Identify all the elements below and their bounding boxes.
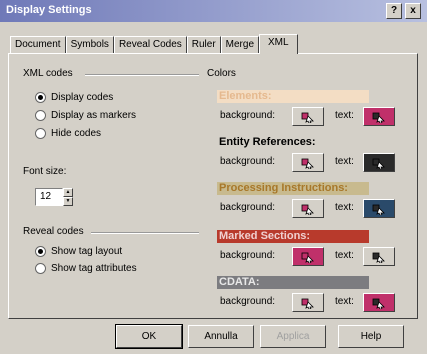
- help-dialog-button[interactable]: Help: [338, 325, 404, 348]
- color-picker-icon: [372, 251, 386, 263]
- category-elements-text-color-button[interactable]: [363, 107, 395, 126]
- radio-show-tag-attributes-label: Show tag attributes: [51, 263, 137, 274]
- category-processing-instructions-text-color-button[interactable]: [363, 199, 395, 218]
- radio-display-as-markers[interactable]: Display as markers: [35, 110, 136, 121]
- background-label: background:: [220, 156, 276, 167]
- text-label: text:: [335, 156, 354, 167]
- background-label: background:: [220, 296, 276, 307]
- font-size-label: Font size:: [23, 166, 67, 177]
- tab-symbols[interactable]: Symbols: [65, 36, 114, 53]
- radio-show-tag-layout[interactable]: Show tag layout: [35, 246, 122, 257]
- tab-strip: Document Symbols Reveal Codes Ruler Merg…: [10, 34, 298, 54]
- category-marked-sections-background-color-button[interactable]: [292, 247, 324, 266]
- radio-display-as-markers-label: Display as markers: [51, 110, 137, 121]
- radio-indicator[interactable]: [35, 246, 46, 257]
- background-label: background:: [220, 202, 276, 213]
- radio-show-tag-layout-label: Show tag layout: [51, 246, 123, 257]
- color-picker-icon: [301, 111, 315, 123]
- category-marked-sections-text-color-button[interactable]: [363, 247, 395, 266]
- cancel-button[interactable]: Annulla: [188, 325, 254, 348]
- text-label: text:: [335, 250, 354, 261]
- category-entity-references-text-color-button[interactable]: [363, 153, 395, 172]
- font-size-input[interactable]: 12: [35, 188, 63, 206]
- radio-indicator[interactable]: [35, 128, 46, 139]
- category-marked-sections-header: Marked Sections:: [217, 230, 369, 243]
- tab-merge[interactable]: Merge: [220, 36, 260, 53]
- category-entity-references-background-color-button[interactable]: [292, 153, 324, 172]
- tab-document[interactable]: Document: [10, 36, 66, 53]
- radio-hide-codes-label: Hide codes: [51, 128, 102, 139]
- reveal-codes-label: Reveal codes: [23, 226, 84, 237]
- apply-button[interactable]: Applica: [260, 325, 326, 348]
- color-picker-icon: [372, 111, 386, 123]
- stepper-down-icon[interactable]: ▼: [63, 197, 73, 206]
- color-picker-icon: [372, 297, 386, 309]
- close-button[interactable]: x: [405, 3, 421, 19]
- help-button[interactable]: ?: [386, 3, 402, 19]
- tab-ruler[interactable]: Ruler: [186, 36, 221, 53]
- reveal-codes-divider: [91, 232, 199, 234]
- tab-xml[interactable]: XML: [259, 34, 298, 54]
- background-label: background:: [220, 110, 276, 121]
- color-picker-icon: [301, 297, 315, 309]
- category-processing-instructions-header: Processing Instructions:: [217, 182, 369, 195]
- xml-codes-divider: [85, 74, 199, 76]
- category-entity-references-header: Entity References:: [217, 136, 369, 149]
- tab-reveal-codes[interactable]: Reveal Codes: [113, 36, 187, 53]
- background-label: background:: [220, 250, 276, 261]
- radio-display-codes[interactable]: Display codes: [35, 92, 113, 103]
- radio-indicator[interactable]: [35, 263, 46, 274]
- category-processing-instructions-background-color-button[interactable]: [292, 199, 324, 218]
- text-label: text:: [335, 110, 354, 121]
- color-picker-icon: [301, 203, 315, 215]
- category-elements-header: Elements:: [217, 90, 369, 103]
- font-size-stepper[interactable]: ▲ ▼: [63, 188, 73, 206]
- radio-indicator[interactable]: [35, 92, 46, 103]
- color-picker-icon: [301, 157, 315, 169]
- color-picker-icon: [372, 203, 386, 215]
- ok-button[interactable]: OK: [115, 324, 183, 349]
- stepper-up-icon[interactable]: ▲: [63, 188, 73, 197]
- color-picker-icon: [372, 157, 386, 169]
- radio-hide-codes[interactable]: Hide codes: [35, 128, 101, 139]
- radio-show-tag-attributes[interactable]: Show tag attributes: [35, 263, 137, 274]
- xml-settings-panel: XML codes Display codes Display as marke…: [8, 53, 418, 319]
- category-cdata-background-color-button[interactable]: [292, 293, 324, 312]
- colors-label: Colors: [207, 68, 236, 79]
- xml-codes-label: XML codes: [23, 68, 73, 79]
- text-label: text:: [335, 296, 354, 307]
- window-title: Display Settings: [6, 4, 92, 16]
- color-picker-icon: [301, 251, 315, 263]
- category-elements-background-color-button[interactable]: [292, 107, 324, 126]
- radio-indicator[interactable]: [35, 110, 46, 121]
- radio-display-codes-label: Display codes: [51, 92, 114, 103]
- category-cdata-text-color-button[interactable]: [363, 293, 395, 312]
- title-bar: Display Settings ? x: [0, 0, 427, 22]
- text-label: text:: [335, 202, 354, 213]
- category-cdata-header: CDATA:: [217, 276, 369, 289]
